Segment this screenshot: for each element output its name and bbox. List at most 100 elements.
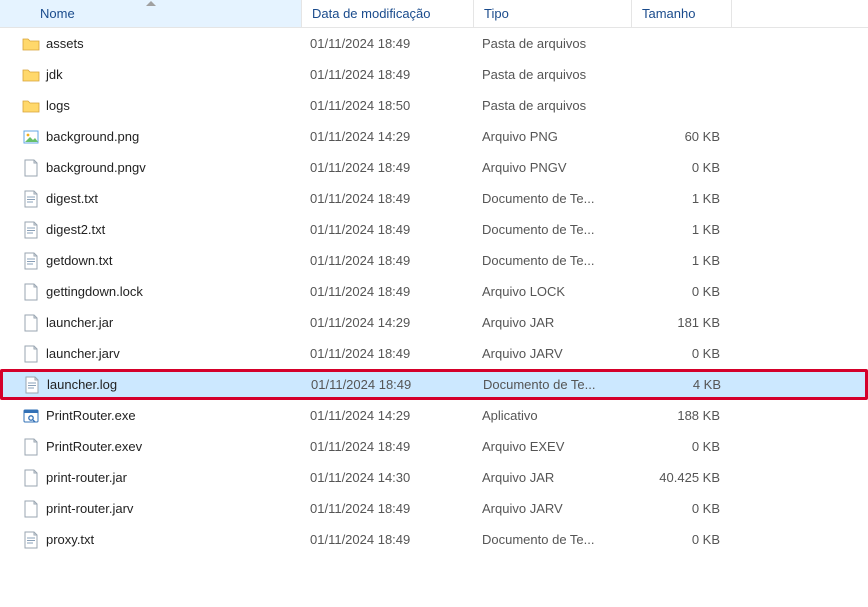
file-name-cell: print-router.jarv [2,500,300,518]
folder-icon [22,66,40,84]
file-size-cell: 1 KB [630,222,726,237]
file-type-cell: Documento de Te... [472,222,630,237]
file-row[interactable]: digest2.txt01/11/2024 18:49Documento de … [0,214,868,245]
file-icon [22,500,40,518]
file-name-label: print-router.jarv [46,501,133,516]
file-name-label: assets [46,36,84,51]
file-name-label: print-router.jar [46,470,127,485]
file-name-label: launcher.jarv [46,346,120,361]
file-name-label: background.png [46,129,139,144]
file-name-label: PrintRouter.exev [46,439,142,454]
column-header-date[interactable]: Data de modificação [302,0,474,27]
file-date-cell: 01/11/2024 18:50 [300,98,472,113]
file-date-cell: 01/11/2024 18:49 [301,377,473,392]
file-name-cell: PrintRouter.exe [2,407,300,425]
file-row[interactable]: PrintRouter.exe 01/11/2024 14:29Aplicativ… [0,400,868,431]
file-icon [22,314,40,332]
file-name-cell: digest.txt [2,190,300,208]
file-type-cell: Arquivo LOCK [472,284,630,299]
file-name-cell: background.png [2,128,300,146]
file-type-cell: Documento de Te... [472,532,630,547]
file-name-cell: getdown.txt [2,252,300,270]
file-type-cell: Pasta de arquivos [472,98,630,113]
file-type-cell: Pasta de arquivos [472,67,630,82]
file-name-label: digest2.txt [46,222,105,237]
file-icon [22,159,40,177]
file-name-cell: gettingdown.lock [2,283,300,301]
file-icon [22,345,40,363]
text-icon [22,190,40,208]
file-size-cell: 188 KB [630,408,726,423]
file-row[interactable]: assets01/11/2024 18:49Pasta de arquivos [0,28,868,59]
file-name-label: digest.txt [46,191,98,206]
sort-ascending-icon [146,1,156,6]
file-size-cell: 181 KB [630,315,726,330]
file-row[interactable]: background.png 01/11/2024 14:29Arquivo PN… [0,121,868,152]
file-name-cell: proxy.txt [2,531,300,549]
file-row[interactable]: gettingdown.lock 01/11/2024 18:49Arquivo … [0,276,868,307]
file-name-cell: launcher.jarv [2,345,300,363]
file-row[interactable]: PrintRouter.exev 01/11/2024 18:49Arquivo … [0,431,868,462]
exe-icon [22,407,40,425]
file-row[interactable]: launcher.log01/11/2024 18:49Documento de… [0,369,868,400]
file-date-cell: 01/11/2024 18:49 [300,36,472,51]
file-date-cell: 01/11/2024 14:29 [300,129,472,144]
column-header-date-label: Data de modificação [312,6,431,21]
file-row[interactable]: getdown.txt01/11/2024 18:49Documento de … [0,245,868,276]
file-date-cell: 01/11/2024 18:49 [300,67,472,82]
file-date-cell: 01/11/2024 18:49 [300,501,472,516]
file-date-cell: 01/11/2024 18:49 [300,284,472,299]
file-name-label: jdk [46,67,63,82]
file-name-cell: background.pngv [2,159,300,177]
file-row[interactable]: background.pngv01/11/2024 18:49Arquivo P… [0,152,868,183]
file-type-cell: Documento de Te... [472,191,630,206]
file-row[interactable]: launcher.jar 01/11/2024 14:29Arquivo JAR1… [0,307,868,338]
file-date-cell: 01/11/2024 18:49 [300,346,472,361]
file-type-cell: Arquivo JAR [472,470,630,485]
column-header-name[interactable]: Nome [0,0,302,27]
file-size-cell: 0 KB [630,284,726,299]
file-name-cell: launcher.log [3,376,301,394]
file-row[interactable]: launcher.jarv01/11/2024 18:49Arquivo JAR… [0,338,868,369]
file-size-cell: 1 KB [630,253,726,268]
file-size-cell: 60 KB [630,129,726,144]
file-name-label: launcher.jar [46,315,113,330]
column-header-row: Nome Data de modificação Tipo Tamanho [0,0,868,28]
text-icon [22,252,40,270]
file-type-cell: Arquivo JAR [472,315,630,330]
file-name-cell: assets [2,35,300,53]
file-row[interactable]: print-router.jarv 01/11/2024 18:49Arquivo… [0,493,868,524]
file-type-cell: Documento de Te... [473,377,631,392]
file-row[interactable]: logs01/11/2024 18:50Pasta de arquivos [0,90,868,121]
file-date-cell: 01/11/2024 14:29 [300,408,472,423]
file-icon [22,438,40,456]
file-type-cell: Arquivo PNGV [472,160,630,175]
file-name-label: gettingdown.lock [46,284,143,299]
file-date-cell: 01/11/2024 18:49 [300,532,472,547]
file-icon [22,283,40,301]
file-name-cell: PrintRouter.exev [2,438,300,456]
column-header-type-label: Tipo [484,6,509,21]
file-name-cell: jdk [2,66,300,84]
file-row[interactable]: digest.txt01/11/2024 18:49Documento de T… [0,183,868,214]
file-date-cell: 01/11/2024 18:49 [300,439,472,454]
column-header-type[interactable]: Tipo [474,0,632,27]
file-type-cell: Documento de Te... [472,253,630,268]
file-type-cell: Arquivo JARV [472,501,630,516]
file-type-cell: Arquivo PNG [472,129,630,144]
file-name-label: getdown.txt [46,253,113,268]
file-type-cell: Aplicativo [472,408,630,423]
file-name-label: PrintRouter.exe [46,408,136,423]
file-row[interactable]: print-router.jar01/11/2024 14:30Arquivo … [0,462,868,493]
file-date-cell: 01/11/2024 14:29 [300,315,472,330]
file-size-cell: 40.425 KB [630,470,726,485]
file-row[interactable]: proxy.txt01/11/2024 18:49Documento de Te… [0,524,868,555]
text-icon [22,221,40,239]
image-icon [22,128,40,146]
file-row[interactable]: jdk 01/11/2024 18:49Pasta de arquivos [0,59,868,90]
file-name-cell: logs [2,97,300,115]
file-type-cell: Arquivo EXEV [472,439,630,454]
file-name-cell: digest2.txt [2,221,300,239]
column-header-size[interactable]: Tamanho [632,0,732,27]
file-size-cell: 0 KB [630,346,726,361]
